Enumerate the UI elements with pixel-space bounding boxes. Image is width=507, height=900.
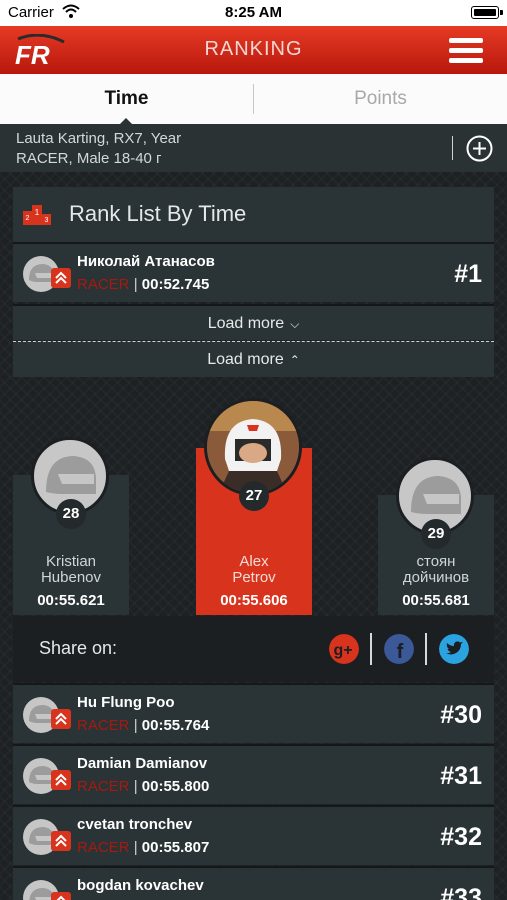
podium-second[interactable]: 28 Kristian Hubenov 00:55.621 [13, 437, 129, 615]
status-bar: Carrier 8:25 AM [0, 0, 507, 26]
share-divider [425, 633, 427, 665]
separator: | [133, 276, 138, 293]
last-name: дойчинов [402, 569, 470, 586]
lap-time: 00:55.800 [141, 778, 210, 795]
table-row[interactable]: cvetan tronchev RACER | 00:55.807 #32 [13, 805, 494, 865]
menu-bar-icon [449, 58, 483, 63]
table-row[interactable]: bogdan kovachevRACER | #33 [13, 866, 494, 900]
separator: | [133, 839, 138, 856]
table-row[interactable]: Hu Flung Poo RACER | 00:55.764 #30 [13, 683, 494, 743]
driver-category-time: RACER | 00:55.764 [77, 717, 209, 734]
lap-time: 00:55.621 [37, 592, 105, 609]
svg-text:3: 3 [45, 217, 49, 224]
position-label: #1 [454, 260, 482, 288]
svg-text:2: 2 [26, 215, 30, 222]
facebook-icon[interactable]: f [384, 634, 414, 664]
lap-time: 00:55.606 [220, 592, 288, 609]
racer-rank-badge-icon [51, 831, 71, 851]
chevron-up-icon: ⌃ [289, 353, 300, 367]
driver-name: Николай Атанасов [77, 253, 215, 270]
category-label: RACER [77, 717, 130, 734]
table-row[interactable]: Николай Атанасов RACER | 00:52.745 #1 [13, 242, 494, 302]
driver-name: Damian Damianov [77, 755, 208, 772]
driver-photo-image [207, 401, 299, 493]
category-label: RACER [77, 276, 130, 293]
load-more-label: Load more [207, 351, 284, 368]
tab-time[interactable]: Time [0, 74, 253, 124]
category-label: RACER [77, 778, 130, 795]
svg-text:1: 1 [35, 208, 40, 217]
rank-number: 29 [421, 519, 451, 549]
tab-points[interactable]: Points [254, 74, 507, 124]
driver-category-time: RACER | 00:52.745 [77, 276, 209, 293]
podium-first[interactable]: 27 Alex Petrov 00:55.606 [196, 398, 312, 615]
table-row[interactable]: Damian Damianov RACER | 00:55.800 #31 [13, 744, 494, 804]
position-label: #32 [440, 823, 482, 851]
load-more-down-button[interactable]: Load more ⌵ [13, 304, 494, 340]
menu-bar-icon [449, 38, 483, 43]
load-more-label: Load more [207, 315, 285, 332]
driver-name: Hu Flung Poo [77, 694, 175, 711]
lap-time: 00:55.764 [141, 717, 210, 734]
add-filter-icon[interactable] [466, 135, 493, 162]
first-name: Kristian [45, 553, 97, 570]
driver-category-time: RACER | 00:55.800 [77, 778, 209, 795]
racer-rank-badge-icon [51, 268, 71, 288]
separator: | [133, 717, 138, 734]
position-label: #30 [440, 701, 482, 729]
load-more-up-button[interactable]: Load more ⌃ [13, 341, 494, 377]
share-label: Share on: [39, 638, 118, 658]
filter-divider [452, 136, 453, 160]
racer-rank-badge-icon [51, 770, 71, 790]
podium-icon: 1 2 3 [23, 205, 51, 225]
rank-number: 27 [239, 481, 269, 511]
first-name: стоян [416, 553, 456, 570]
separator: | [133, 778, 138, 795]
menu-bar-icon [449, 48, 483, 53]
category-label: RACER [77, 839, 130, 856]
google-plus-icon[interactable]: g+ [329, 634, 359, 664]
filter-track-line: Lauta Karting, RX7, Year [16, 130, 182, 147]
battery-icon [471, 6, 503, 19]
racer-rank-badge-icon [51, 709, 71, 729]
tab-bar: Time Points [0, 74, 507, 124]
filter-category-line: RACER, Male 18-40 г [16, 150, 162, 167]
position-label: #33 [440, 884, 482, 900]
share-bar: Share on: g+ f [13, 616, 494, 682]
rank-number: 28 [56, 499, 86, 529]
driver-category-time: RACER | 00:55.807 [77, 839, 209, 856]
driver-name: Alex Petrov [196, 554, 312, 586]
first-name: Alex [239, 553, 269, 570]
rank-list-title: Rank List By Time [69, 201, 247, 226]
menu-button[interactable] [449, 38, 483, 64]
driver-name: cvetan tronchev [77, 816, 193, 833]
filter-bar[interactable]: Lauta Karting, RX7, Year RACER, Male 18-… [0, 124, 507, 172]
svg-text:g+: g+ [333, 642, 352, 659]
share-divider [370, 633, 372, 665]
last-name: Hubenov [40, 569, 102, 586]
rank-list-header: 1 2 3 Rank List By Time [13, 187, 494, 242]
last-name: Petrov [232, 569, 276, 586]
driver-name: Kristian Hubenov [13, 554, 129, 586]
racer-rank-badge-icon [51, 892, 71, 900]
svg-text:f: f [397, 641, 404, 663]
lap-time: 00:55.807 [141, 839, 210, 856]
driver-name: bogdan kovachev [77, 877, 204, 894]
chevron-down-icon: ⌵ [290, 317, 300, 331]
twitter-icon[interactable] [439, 634, 469, 664]
position-label: #31 [440, 762, 482, 790]
clock: 8:25 AM [225, 4, 282, 21]
page-title: RANKING [204, 38, 303, 60]
lap-time: 00:55.681 [402, 592, 470, 609]
lap-time: 00:52.745 [141, 276, 210, 293]
driver-name: стоян дойчинов [378, 554, 494, 586]
app-header: FR RANKING [0, 26, 507, 74]
podium-third[interactable]: 29 стоян дойчинов 00:55.681 [378, 457, 494, 615]
